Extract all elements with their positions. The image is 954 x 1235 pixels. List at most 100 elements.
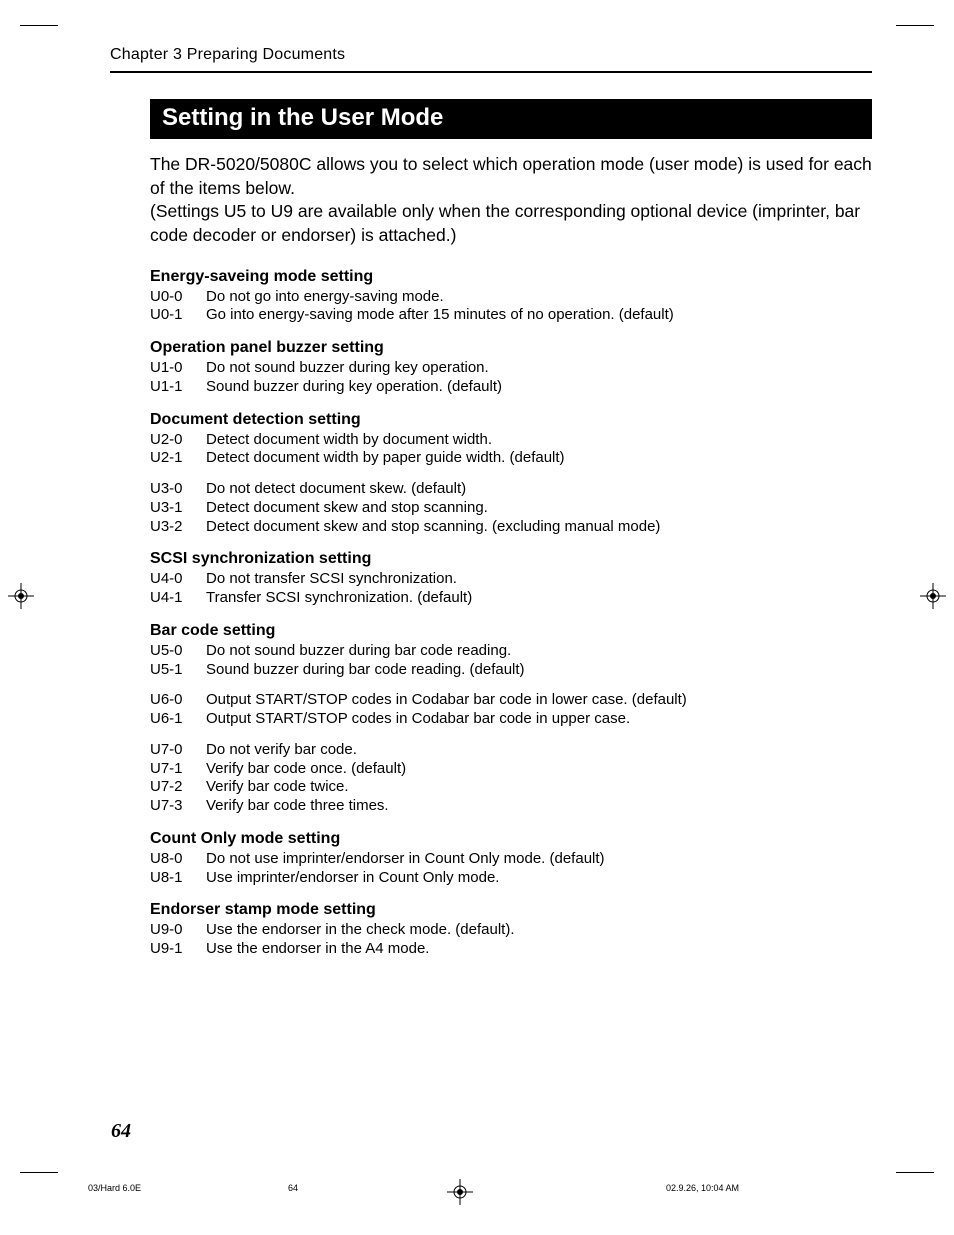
setting-code: U0-1: [150, 306, 206, 325]
page: Chapter 3 Preparing Documents Setting in…: [0, 0, 954, 1235]
setting-row: U4-0Do not transfer SCSI synchronization…: [150, 570, 872, 589]
setting-row: U3-2Detect document skew and stop scanni…: [150, 518, 872, 537]
setting-desc: Use the endorser in the A4 mode.: [206, 940, 872, 959]
setting-desc: Go into energy-saving mode after 15 minu…: [206, 306, 872, 325]
setting-desc: Do not sound buzzer during bar code read…: [206, 642, 872, 661]
block-gap: [150, 729, 872, 741]
setting-code: U7-3: [150, 797, 206, 816]
footer-right: 02.9.26, 10:04 AM: [666, 1183, 866, 1193]
setting-row: U4-1Transfer SCSI synchronization. (defa…: [150, 589, 872, 608]
setting-code: U9-0: [150, 921, 206, 940]
setting-code: U2-0: [150, 431, 206, 450]
setting-row: U2-0Detect document width by document wi…: [150, 431, 872, 450]
setting-row: U5-0Do not sound buzzer during bar code …: [150, 642, 872, 661]
group-title: Bar code setting: [150, 622, 872, 640]
setting-row: U7-2Verify bar code twice.: [150, 778, 872, 797]
footer: 03/Hard 6.0E 64 02.9.26, 10:04 AM: [88, 1183, 866, 1193]
group-title: Count Only mode setting: [150, 830, 872, 848]
setting-row: U5-1Sound buzzer during bar code reading…: [150, 661, 872, 680]
intro-paragraph: (Settings U5 to U9 are available only wh…: [150, 200, 872, 247]
intro-text: The DR-5020/5080C allows you to select w…: [150, 153, 872, 248]
group-title: Operation panel buzzer setting: [150, 339, 872, 357]
block-gap: [150, 468, 872, 480]
setting-code: U5-1: [150, 661, 206, 680]
setting-code: U3-2: [150, 518, 206, 537]
setting-code: U4-0: [150, 570, 206, 589]
setting-desc: Detect document width by paper guide wid…: [206, 449, 872, 468]
group-title: Energy-saveing mode setting: [150, 268, 872, 286]
setting-desc: Detect document skew and stop scanning.: [206, 499, 872, 518]
setting-desc: Do not detect document skew. (default): [206, 480, 872, 499]
setting-row: U2-1Detect document width by paper guide…: [150, 449, 872, 468]
setting-code: U2-1: [150, 449, 206, 468]
setting-group: Energy-saveing mode setting U0-0Do not go…: [150, 268, 872, 326]
registration-mark-icon: [920, 583, 946, 609]
setting-desc: Verify bar code twice.: [206, 778, 872, 797]
setting-desc: Verify bar code three times.: [206, 797, 872, 816]
page-number: 64: [111, 1120, 131, 1143]
setting-desc: Detect document width by document width.: [206, 431, 872, 450]
setting-desc: Sound buzzer during key operation. (defa…: [206, 378, 872, 397]
setting-code: U0-0: [150, 288, 206, 307]
crop-mark: [896, 1172, 934, 1173]
setting-row: U7-3Verify bar code three times.: [150, 797, 872, 816]
setting-row: U6-1Output START/STOP codes in Codabar b…: [150, 710, 872, 729]
setting-row: U3-1Detect document skew and stop scanni…: [150, 499, 872, 518]
footer-left: 03/Hard 6.0E: [88, 1183, 288, 1193]
setting-code: U9-1: [150, 940, 206, 959]
chapter-heading: Chapter 3 Preparing Documents: [110, 46, 872, 71]
setting-row: U7-1Verify bar code once. (default): [150, 760, 872, 779]
setting-desc: Sound buzzer during bar code reading. (d…: [206, 661, 872, 680]
setting-desc: Do not transfer SCSI synchronization.: [206, 570, 872, 589]
intro-paragraph: The DR-5020/5080C allows you to select w…: [150, 153, 872, 200]
setting-desc: Use the endorser in the check mode. (def…: [206, 921, 872, 940]
setting-desc: Do not go into energy-saving mode.: [206, 288, 872, 307]
setting-row: U9-1Use the endorser in the A4 mode.: [150, 940, 872, 959]
setting-group: Endorser stamp mode setting U9-0Use the e…: [150, 901, 872, 959]
footer-spacer: [488, 1183, 666, 1193]
setting-group: Operation panel buzzer setting U1-0Do not…: [150, 339, 872, 397]
setting-code: U4-1: [150, 589, 206, 608]
crop-mark: [20, 25, 58, 26]
setting-code: U3-0: [150, 480, 206, 499]
crop-mark: [20, 1172, 58, 1173]
setting-desc: Do not use imprinter/endorser in Count O…: [206, 850, 872, 869]
setting-row: U1-0Do not sound buzzer during key opera…: [150, 359, 872, 378]
setting-row: U9-0Use the endorser in the check mode. …: [150, 921, 872, 940]
block-gap: [150, 679, 872, 691]
setting-row: U0-1Go into energy-saving mode after 15 …: [150, 306, 872, 325]
crop-mark: [896, 25, 934, 26]
setting-row: U3-0Do not detect document skew. (defaul…: [150, 480, 872, 499]
setting-row: U1-1Sound buzzer during key operation. (…: [150, 378, 872, 397]
setting-group: Document detection settingU2-0Detect doc…: [150, 411, 872, 537]
setting-group: Bar code setting U5-0Do not sound buzzer …: [150, 622, 872, 816]
setting-code: U6-1: [150, 710, 206, 729]
setting-desc: Do not verify bar code.: [206, 741, 872, 760]
setting-code: U1-0: [150, 359, 206, 378]
setting-code: U6-0: [150, 691, 206, 710]
setting-code: U5-0: [150, 642, 206, 661]
setting-desc: Output START/STOP codes in Codabar bar c…: [206, 710, 872, 729]
setting-desc: Do not sound buzzer during key operation…: [206, 359, 872, 378]
setting-row: U8-0Do not use imprinter/endorser in Cou…: [150, 850, 872, 869]
setting-group: Count Only mode setting U8-0Do not use im…: [150, 830, 872, 888]
setting-desc: Output START/STOP codes in Codabar bar c…: [206, 691, 872, 710]
setting-desc: Transfer SCSI synchronization. (default): [206, 589, 872, 608]
setting-row: U8-1Use imprinter/endorser in Count Only…: [150, 869, 872, 888]
setting-code: U1-1: [150, 378, 206, 397]
setting-code: U7-1: [150, 760, 206, 779]
setting-desc: Verify bar code once. (default): [206, 760, 872, 779]
setting-code: U7-2: [150, 778, 206, 797]
setting-code: U7-0: [150, 741, 206, 760]
registration-mark-icon: [8, 583, 34, 609]
group-title: Endorser stamp mode setting: [150, 901, 872, 919]
setting-desc: Detect document skew and stop scanning. …: [206, 518, 872, 537]
setting-desc: Use imprinter/endorser in Count Only mod…: [206, 869, 872, 888]
setting-row: U7-0Do not verify bar code.: [150, 741, 872, 760]
setting-row: U6-0Output START/STOP codes in Codabar b…: [150, 691, 872, 710]
divider: [110, 71, 872, 73]
setting-row: U0-0Do not go into energy-saving mode.: [150, 288, 872, 307]
group-title: Document detection setting: [150, 411, 872, 429]
section-banner: Setting in the User Mode: [150, 99, 872, 139]
setting-code: U8-1: [150, 869, 206, 888]
